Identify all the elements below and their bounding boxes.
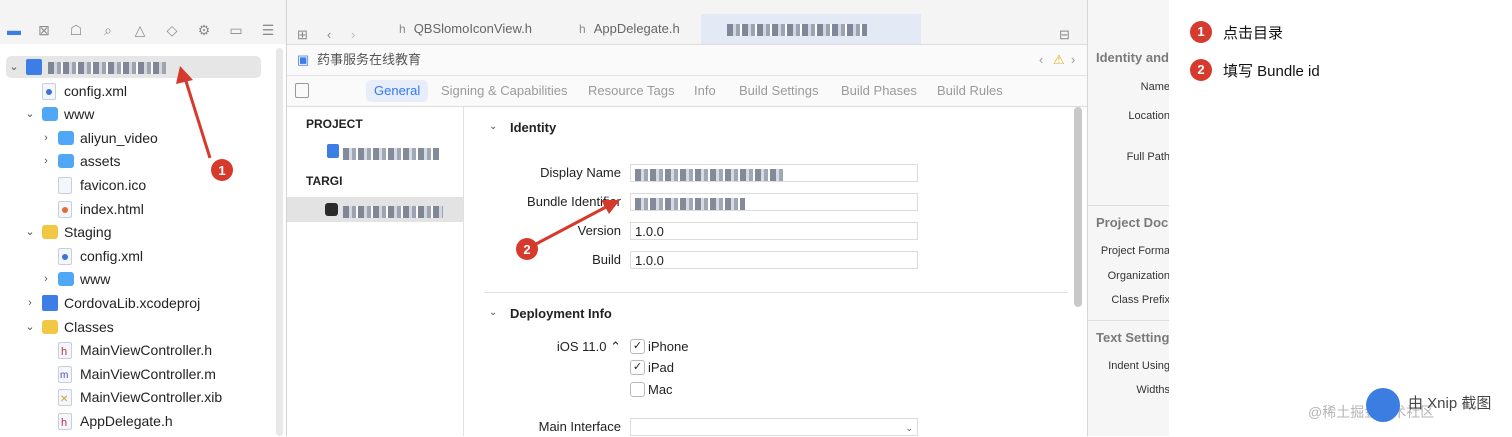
badge-2-label: 2 — [523, 242, 530, 257]
annotation-arrows: 1 2 — [176, 66, 620, 260]
badge-1-label: 1 — [218, 163, 225, 178]
arrow-2 — [535, 205, 607, 246]
arrow-1-head — [176, 66, 193, 84]
arrow-1 — [183, 77, 212, 159]
